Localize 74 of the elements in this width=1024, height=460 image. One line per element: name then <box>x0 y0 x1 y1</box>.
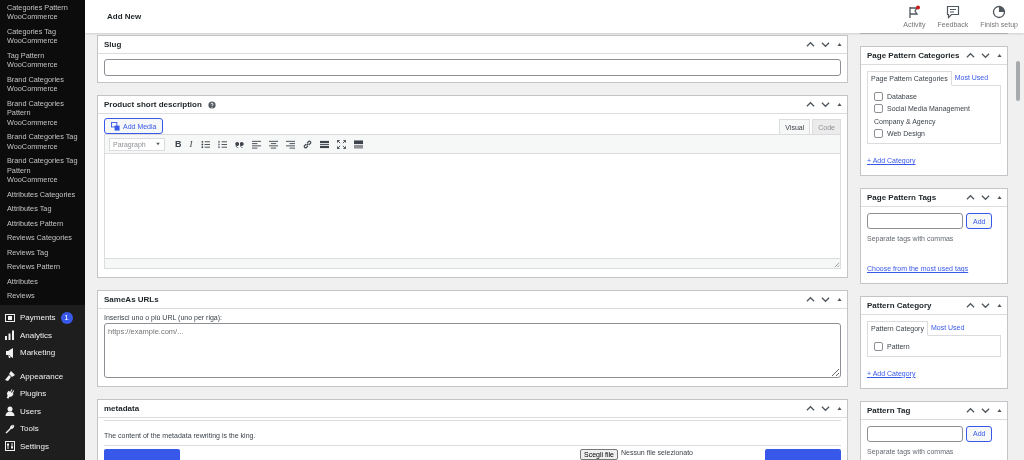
align-center-icon <box>268 139 278 149</box>
chevron-down-icon <box>821 295 830 304</box>
align-right-icon <box>285 139 295 149</box>
numbered-list-icon <box>217 139 227 149</box>
panel-title: Pattern Category <box>867 301 932 310</box>
toolbar-toggle-icon <box>353 139 363 149</box>
menu-item[interactable]: Plugins <box>20 389 47 399</box>
panel-title: Slug <box>104 40 122 49</box>
media-icon <box>111 121 120 131</box>
menu-item[interactable]: Analytics <box>20 330 52 340</box>
resize-handle-icon <box>833 261 840 268</box>
chevron-up-icon <box>966 193 975 202</box>
chevron-down-icon <box>981 51 990 60</box>
bold-button[interactable]: B <box>175 139 182 149</box>
triangle-up-icon <box>836 405 843 412</box>
triangle-up-icon <box>996 406 1003 414</box>
chevron-up-icon <box>806 404 815 413</box>
fullscreen-icon <box>336 139 346 149</box>
menu-item[interactable]: Appearance <box>20 371 64 381</box>
chevron-down-icon <box>821 100 830 109</box>
flag-icon <box>907 5 922 19</box>
italic-button[interactable]: I <box>189 139 193 149</box>
chevron-down-icon <box>981 193 990 202</box>
speech-bubble-icon <box>945 5 960 19</box>
tag-field[interactable] <box>867 213 963 229</box>
count-badge: 1 <box>60 311 73 324</box>
triangle-up-icon <box>996 302 1003 309</box>
plug-icon <box>5 388 15 399</box>
menu-item[interactable]: Marketing <box>20 348 56 358</box>
align-left-icon <box>251 139 261 149</box>
read-more-icon <box>319 139 329 149</box>
checkbox[interactable] <box>874 91 883 101</box>
chevron-up-icon <box>806 40 815 49</box>
triangle-up-icon <box>836 296 843 303</box>
caret-icon <box>155 141 161 147</box>
checkbox[interactable] <box>874 104 883 114</box>
triangle-up-icon <box>836 41 843 48</box>
chevron-up-icon <box>966 51 975 60</box>
checkbox[interactable] <box>874 129 883 139</box>
chevron-up-icon <box>966 405 975 415</box>
quote-icon <box>234 139 244 149</box>
user-icon <box>5 406 15 417</box>
triangle-up-icon <box>996 194 1003 201</box>
chevron-down-icon <box>981 405 990 415</box>
checkbox[interactable] <box>874 341 883 351</box>
menu-item[interactable]: Payments <box>20 313 56 323</box>
chevron-down-icon <box>981 301 990 310</box>
slug-field[interactable] <box>104 59 841 76</box>
panel-title: Product short description <box>104 100 202 109</box>
menu-item[interactable]: Tools <box>20 424 39 434</box>
chevron-down-icon <box>821 404 830 413</box>
panel-title: SameAs URLs <box>104 295 159 304</box>
help-icon <box>207 100 216 109</box>
page-title: Add New <box>107 12 142 21</box>
progress-circle-icon <box>992 5 1007 19</box>
sliders-icon <box>5 441 15 452</box>
menu-item[interactable]: Users <box>20 406 41 416</box>
tag-field[interactable] <box>867 425 963 442</box>
menu-item[interactable]: Settings <box>20 441 49 451</box>
chevron-up-icon <box>806 100 815 109</box>
panel-title: metadata <box>104 404 140 413</box>
triangle-up-icon <box>996 52 1003 59</box>
chevron-down-icon <box>821 40 830 49</box>
chevron-up-icon <box>806 295 815 304</box>
bar-chart-icon <box>5 330 15 341</box>
scrollbar[interactable] <box>1016 61 1020 101</box>
panel-title: Pattern Tag <box>867 405 911 415</box>
panel-title: Page Pattern Categories <box>867 51 960 60</box>
chevron-up-icon <box>966 301 975 310</box>
panel-title: Page Pattern Tags <box>867 193 937 202</box>
bullet-list-icon <box>200 139 210 149</box>
triangle-up-icon <box>836 101 843 108</box>
megaphone-icon <box>5 347 15 358</box>
link-icon <box>302 139 312 149</box>
